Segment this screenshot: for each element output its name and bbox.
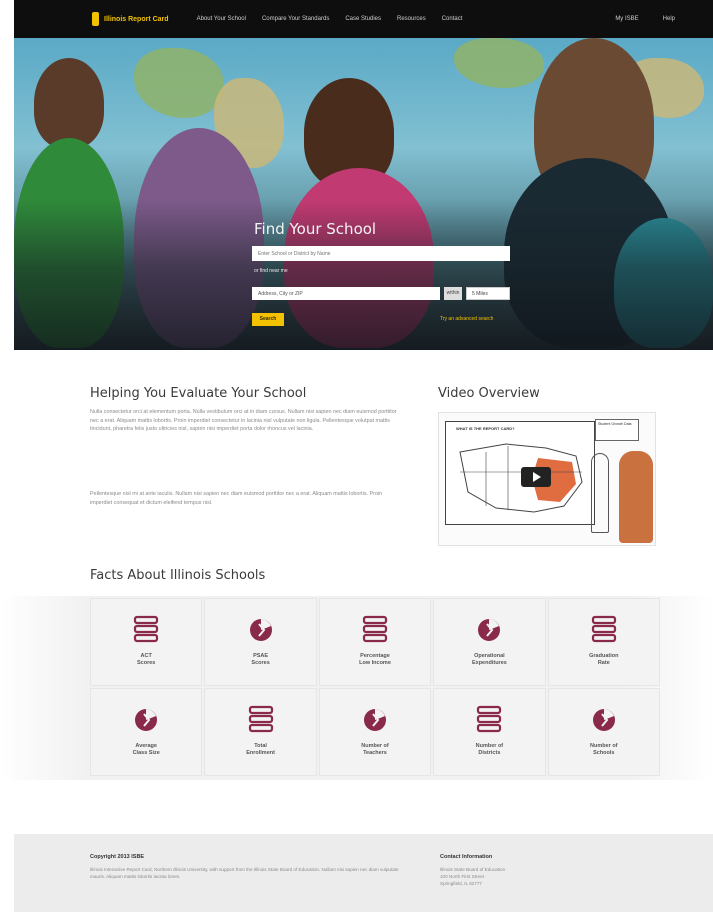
fact-tile[interactable]: Number of Districts <box>433 688 546 776</box>
pie-chart-icon <box>249 619 272 641</box>
nav-links: About Your School Compare Your Standards… <box>197 16 479 22</box>
fact-label: ACT Scores <box>137 653 156 666</box>
nav-link-help[interactable]: Help <box>663 16 675 22</box>
advanced-search-link[interactable]: Try an advanced search <box>440 316 493 322</box>
fact-tile[interactable]: Number of Teachers <box>318 688 432 776</box>
books-icon <box>591 615 616 643</box>
footer-copyright-heading: Copyright 2013 ISBE <box>90 854 145 860</box>
nav-link-account[interactable]: My ISBE <box>615 16 638 22</box>
facts-heading: Facts About Illinois Schools <box>90 568 266 583</box>
location-input[interactable] <box>252 287 440 300</box>
nav-link-compare[interactable]: Compare Your Standards <box>262 16 329 22</box>
books-icon <box>477 705 502 733</box>
find-school-title: Find Your School <box>254 220 377 238</box>
fact-label: Number of Districts <box>475 743 504 756</box>
video-player[interactable]: WHAT IS THE REPORT CARD? Student Growth … <box>438 412 656 546</box>
intro-paragraph: Nulla consectetur orci at elementum port… <box>90 409 397 432</box>
search-button[interactable]: Search <box>252 313 284 326</box>
play-icon[interactable] <box>521 467 551 487</box>
school-search-input[interactable] <box>252 246 510 261</box>
fact-label: Operational Expenditures <box>471 653 507 666</box>
nav-right: My ISBE Help <box>591 16 675 22</box>
hero-person <box>34 58 104 148</box>
nav-link-case-studies[interactable]: Case Studies <box>345 16 381 22</box>
pie-chart-icon <box>592 709 615 731</box>
nav-link-resources[interactable]: Resources <box>397 16 426 22</box>
books-icon <box>248 705 273 733</box>
fact-label: PSAE Scores <box>251 653 270 666</box>
near-me-label: or find near me <box>254 268 288 274</box>
fact-label: Number of Schools <box>590 743 618 756</box>
footer-contact-line: 100 North First Street <box>440 874 484 879</box>
within-label: within <box>444 287 462 300</box>
video-thumbnail-board: WHAT IS THE REPORT CARD? <box>445 421 595 525</box>
intro-paragraph: Pellentesque nisl mi at ante iaculis. Nu… <box>90 491 383 506</box>
fact-tile[interactable]: ACT Scores <box>90 598 203 686</box>
hero-map-shape <box>454 38 544 88</box>
pie-chart-icon <box>135 709 158 731</box>
logo-text: Illinois Report Card <box>104 15 169 23</box>
fact-tile[interactable]: PSAE Scores <box>204 598 317 686</box>
site-logo[interactable]: Illinois Report Card <box>92 12 169 26</box>
hero-banner: Find Your School or find near me within … <box>14 38 713 350</box>
fact-tile[interactable]: Total Enrollment <box>204 688 317 776</box>
fact-label: Graduation Rate <box>589 653 619 666</box>
logo-mark-icon <box>92 12 99 26</box>
facts-grid: ACT Scores PSAE Scores Percentage Low Inco… <box>90 598 660 776</box>
pie-chart-icon <box>478 619 501 641</box>
fact-label: Number of Teachers <box>361 743 389 756</box>
footer: Copyright 2013 ISBE Illinois Interactive… <box>14 834 713 912</box>
footer-contact-line: Illinois State Board of Education <box>440 867 506 872</box>
footer-copyright-text: Illinois Interactive Report Card, Northe… <box>90 867 399 879</box>
hero-map-shape <box>134 48 224 118</box>
fact-tile[interactable]: Graduation Rate <box>547 598 660 686</box>
footer-contact-heading: Contact Information <box>440 854 493 860</box>
hand-icon <box>619 451 653 543</box>
nav-link-about[interactable]: About Your School <box>197 16 246 22</box>
fact-label: Average Class Size <box>132 743 160 756</box>
stick-figure-icon <box>591 453 609 533</box>
video-heading: Video Overview <box>438 386 540 401</box>
intro-heading: Helping You Evaluate Your School <box>90 386 307 401</box>
fact-tile[interactable]: Percentage Low Income <box>318 598 432 686</box>
books-icon <box>362 615 388 643</box>
books-icon <box>134 615 159 643</box>
nav-link-contact[interactable]: Contact <box>442 16 463 22</box>
distance-select[interactable]: 5 Miles <box>466 287 510 300</box>
fact-tile[interactable]: Number of Schools <box>547 688 660 776</box>
pie-chart-icon <box>363 709 386 731</box>
footer-contact-line: Springfield, IL 62777 <box>440 881 482 886</box>
video-note: Student Growth Data <box>595 419 639 441</box>
fact-tile[interactable]: Average Class Size <box>90 688 203 776</box>
fact-label: Percentage Low Income <box>359 653 391 666</box>
fact-label: Total Enrollment <box>246 743 275 756</box>
fact-tile[interactable]: Operational Expenditures <box>433 598 546 686</box>
top-navigation: Illinois Report Card About Your School C… <box>14 0 713 38</box>
